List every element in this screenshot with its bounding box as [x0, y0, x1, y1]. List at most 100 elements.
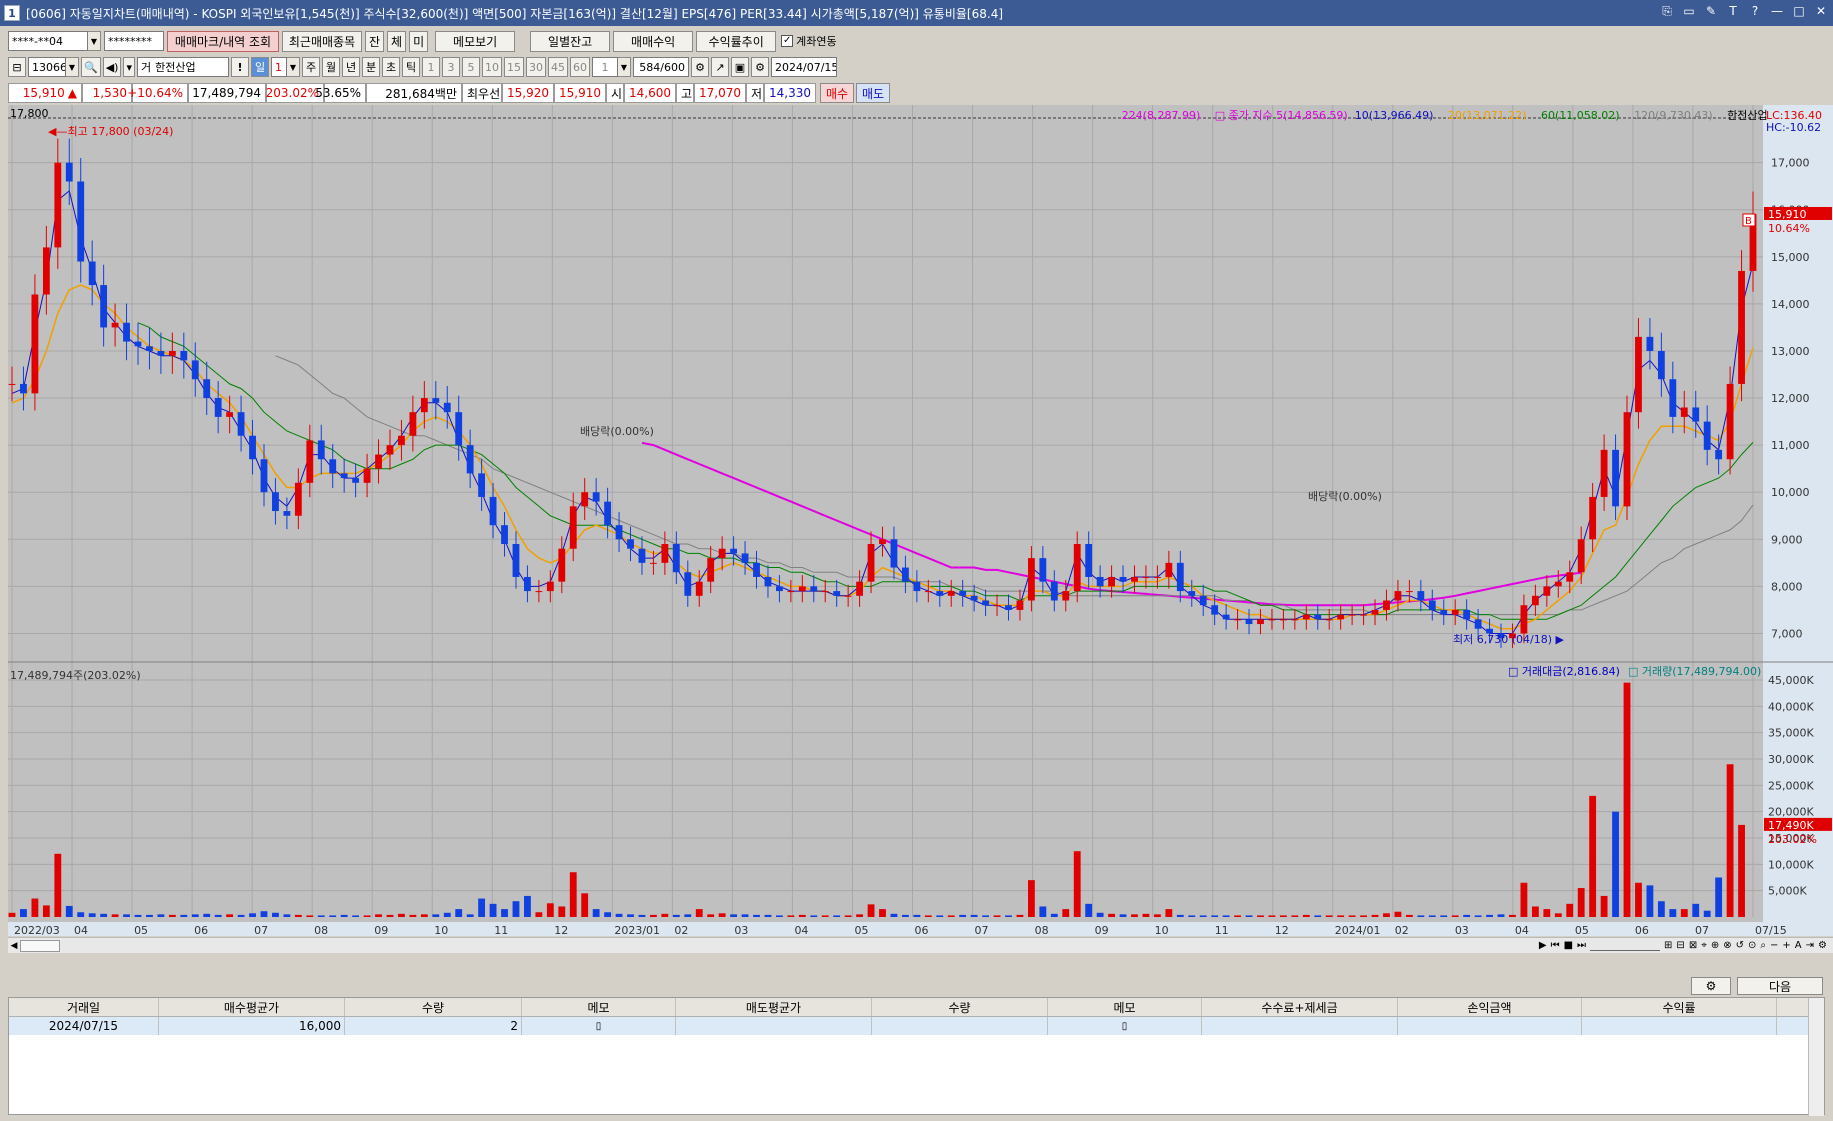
col-buy-memo[interactable]: 메모: [522, 998, 676, 1016]
rewind-icon[interactable]: ⏮: [1551, 940, 1560, 951]
fast-forward-icon[interactable]: ⏭: [1577, 940, 1586, 951]
restore-layout-icon[interactable]: ▭: [1681, 4, 1697, 19]
tool-icon[interactable]: ⊗: [1723, 940, 1731, 951]
checkbox-checked-icon[interactable]: ✓: [781, 35, 794, 47]
return-trend-button[interactable]: 수익률추이: [696, 30, 777, 52]
stock-name-field[interactable]: 거 한전산업: [137, 57, 229, 77]
period-second-button[interactable]: 초: [382, 57, 400, 77]
trend-tool-icon[interactable]: ↗: [711, 57, 729, 77]
interval-60-button[interactable]: 60: [570, 57, 590, 77]
date-field[interactable]: 2024/07/15 ▦: [771, 57, 837, 77]
tool-icon[interactable]: ⊠: [1689, 940, 1697, 951]
scroll-thumb[interactable]: [20, 939, 60, 952]
unexecuted-button[interactable]: 미: [409, 30, 429, 52]
copy-window-icon[interactable]: ⎘: [1659, 4, 1675, 19]
interval-5-button[interactable]: 5: [462, 57, 480, 77]
daily-balance-button[interactable]: 일별잔고: [530, 30, 611, 52]
alert-button[interactable]: !: [231, 57, 249, 77]
gear-icon[interactable]: ⚙: [751, 57, 769, 77]
executed-button[interactable]: 체: [387, 30, 407, 52]
maximize-icon[interactable]: □: [1791, 4, 1807, 19]
period-month-button[interactable]: 월: [322, 57, 340, 77]
period-count-select[interactable]: 1 ▼: [271, 57, 300, 77]
save-icon[interactable]: ▣: [731, 57, 749, 77]
zoom-slider[interactable]: [1590, 940, 1661, 951]
account-select[interactable]: ****-**04 ▼: [8, 31, 101, 51]
trade-mark-button[interactable]: 매매마크/내역 조회: [167, 30, 279, 52]
col-sell-qty[interactable]: 수량: [872, 998, 1048, 1016]
tool-icon[interactable]: ⌖: [1701, 940, 1707, 951]
chevron-down-icon[interactable]: ▼: [287, 57, 300, 77]
col-buy-avg[interactable]: 매수평균가: [159, 998, 345, 1016]
plus-icon[interactable]: +: [1782, 940, 1790, 951]
interval-30-button[interactable]: 30: [526, 57, 546, 77]
period-tick-button[interactable]: 틱: [402, 57, 420, 77]
chevron-down-icon[interactable]: ▾: [123, 57, 135, 77]
next-button[interactable]: 다음: [1737, 977, 1823, 995]
interval-15-button[interactable]: 15: [504, 57, 524, 77]
period-count-field[interactable]: 1: [271, 57, 287, 77]
table-settings-icon[interactable]: ⚙: [1691, 977, 1731, 995]
interval-count-field[interactable]: 1: [592, 57, 618, 77]
tool-icon[interactable]: ⊕: [1711, 940, 1719, 951]
chevron-down-icon[interactable]: ▼: [88, 31, 101, 51]
minimize-icon[interactable]: —: [1769, 4, 1785, 19]
chevron-down-icon[interactable]: ▼: [618, 57, 631, 77]
chevron-down-icon[interactable]: ▼: [66, 57, 79, 77]
recent-trades-button[interactable]: 최근매매종목: [282, 30, 362, 52]
table-vertical-scrollbar[interactable]: [1808, 998, 1824, 1116]
interval-45-button[interactable]: 45: [548, 57, 568, 77]
col-buy-qty[interactable]: 수량: [345, 998, 522, 1016]
interval-10-button[interactable]: 10: [482, 57, 502, 77]
period-minute-button[interactable]: 분: [362, 57, 380, 77]
tool-icon[interactable]: ⊙: [1748, 940, 1756, 951]
minus-icon[interactable]: −: [1770, 940, 1778, 951]
zoom-icon[interactable]: ⌕: [1760, 940, 1766, 951]
balance-button[interactable]: 잔: [365, 30, 385, 52]
sell-button[interactable]: 매도: [856, 83, 890, 103]
search-icon[interactable]: 🔍: [81, 57, 101, 77]
chart-canvas[interactable]: 17,00016,00015,00014,00013,00012,00011,0…: [8, 105, 1833, 957]
col-fee-tax[interactable]: 수수료+제세금: [1202, 998, 1398, 1016]
buy-button[interactable]: 매수: [820, 83, 854, 103]
col-return[interactable]: 수익률: [1582, 998, 1777, 1016]
interval-count-select[interactable]: 1 ▼: [592, 57, 631, 77]
tool-icon[interactable]: ⊞: [1664, 940, 1672, 951]
scroll-left-icon[interactable]: ◀: [8, 939, 20, 953]
password-field[interactable]: ********: [104, 31, 164, 51]
text-tool-icon[interactable]: A: [1795, 940, 1802, 951]
col-sell-avg[interactable]: 매도평균가: [676, 998, 872, 1016]
account-field[interactable]: ****-**04: [8, 31, 88, 51]
col-trade-date[interactable]: 거래일: [9, 998, 159, 1016]
speaker-icon[interactable]: ◀): [102, 57, 122, 77]
chart-settings-icon[interactable]: ⚙: [691, 57, 709, 77]
period-week-button[interactable]: 주: [302, 57, 320, 77]
account-link-checkbox[interactable]: ✓ 계좌연동: [781, 33, 837, 49]
tool-icon[interactable]: ⊟: [1676, 940, 1684, 951]
stop-icon[interactable]: ■: [1564, 940, 1573, 951]
memo-icon[interactable]: ▯: [522, 1017, 676, 1035]
window-link-icon[interactable]: ⊟: [8, 57, 26, 77]
scroll-right-icon[interactable]: ▶: [1539, 940, 1547, 951]
col-pnl[interactable]: 손익금액: [1398, 998, 1582, 1016]
close-icon[interactable]: ✕: [1813, 4, 1829, 19]
interval-3-button[interactable]: 3: [442, 57, 460, 77]
measure-icon[interactable]: ⇥: [1806, 940, 1814, 951]
help-icon[interactable]: ?: [1747, 4, 1763, 19]
memo-view-button[interactable]: 메모보기: [435, 30, 516, 52]
period-year-button[interactable]: 년: [342, 57, 360, 77]
memo-icon[interactable]: ▯: [1048, 1017, 1202, 1035]
table-row[interactable]: 2024/07/15 16,000 2 ▯ ▯: [9, 1017, 1824, 1035]
stock-code-field[interactable]: 130660: [28, 57, 66, 77]
edit-icon[interactable]: ✎: [1703, 4, 1719, 19]
font-icon[interactable]: T: [1725, 4, 1741, 19]
tool-icon[interactable]: ↺: [1736, 940, 1744, 951]
col-sell-memo[interactable]: 메모: [1048, 998, 1202, 1016]
settings-icon[interactable]: ⚙: [1818, 940, 1827, 951]
interval-1-button[interactable]: 1: [422, 57, 440, 77]
trade-profit-button[interactable]: 매매수익: [613, 30, 694, 52]
period-day-button[interactable]: 일: [251, 57, 269, 77]
stock-code-select[interactable]: 130660 ▼: [28, 57, 79, 77]
stock-chart[interactable]: 17,00016,00015,00014,00013,00012,00011,0…: [8, 105, 1833, 957]
data-count-field[interactable]: 584/600: [633, 57, 689, 77]
